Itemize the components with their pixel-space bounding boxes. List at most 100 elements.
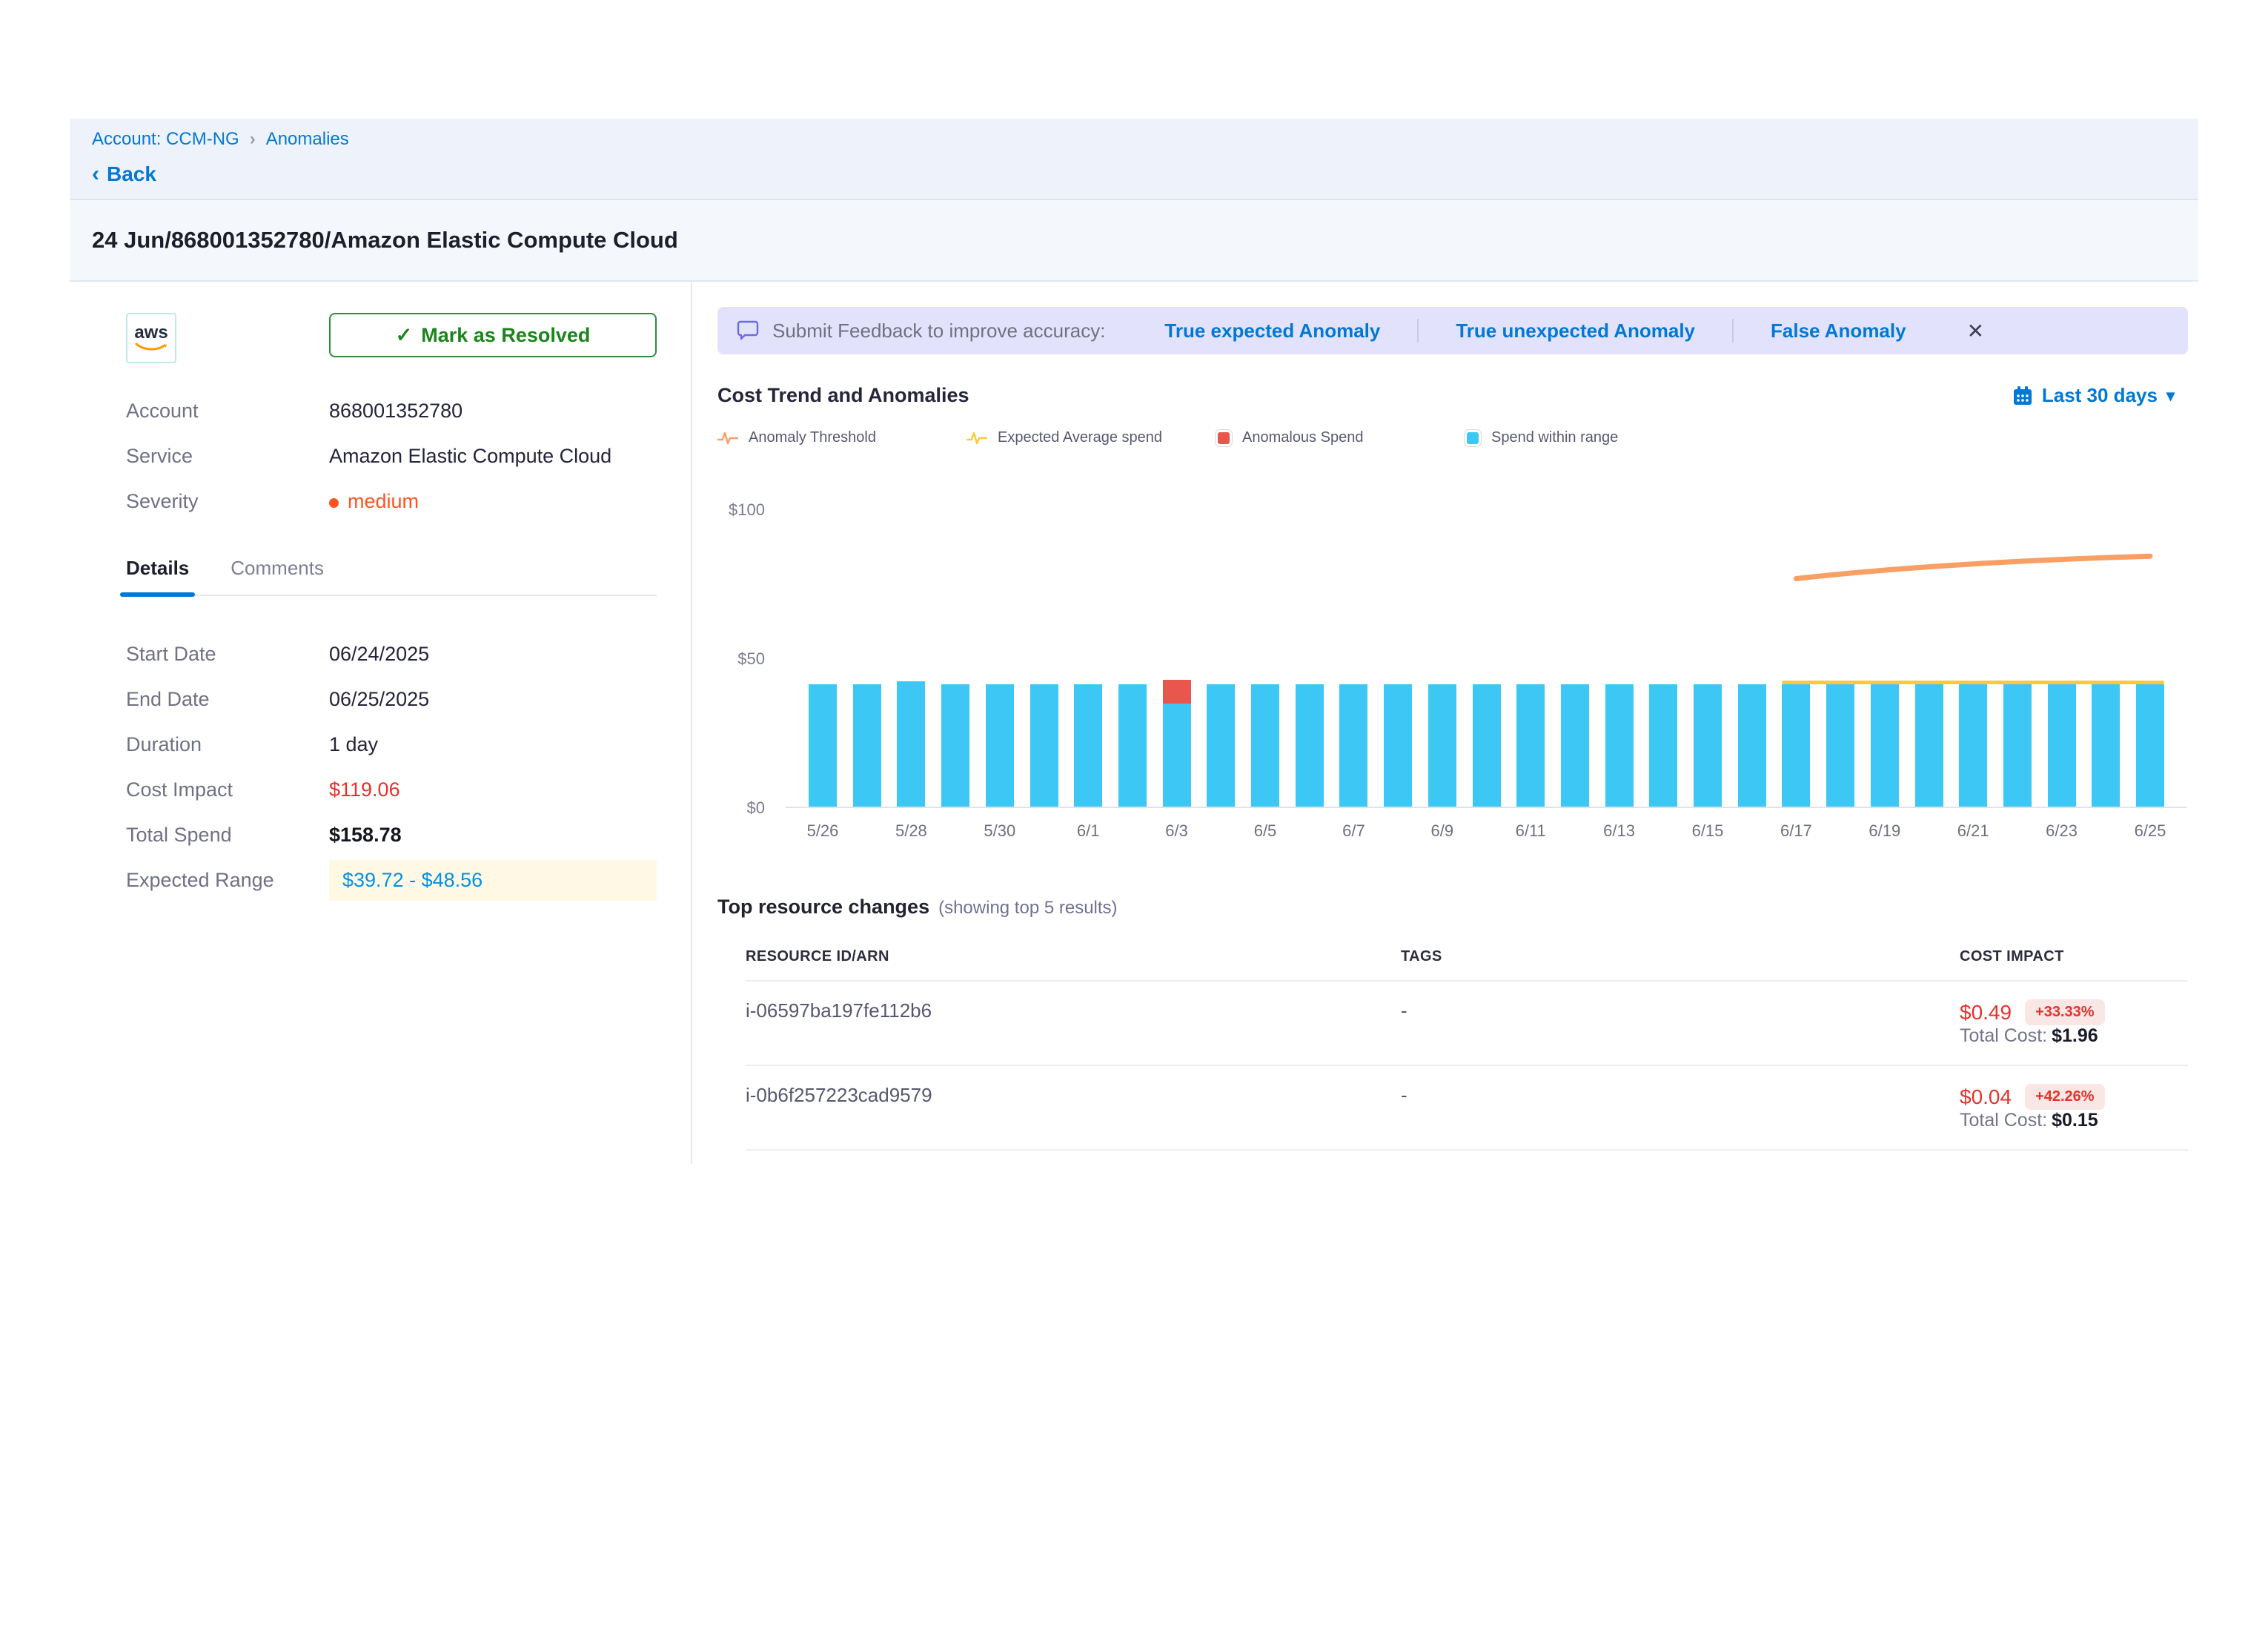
bar-5/26[interactable] [809,684,837,807]
mark-as-resolved-button[interactable]: ✓ Mark as Resolved [329,313,657,357]
red-square-icon [1216,430,1232,446]
bar-6/22[interactable] [2003,684,2032,807]
account-field: Account 868001352780 [126,388,657,434]
breadcrumb-account-link[interactable]: Account: CCM-NG [92,129,239,150]
bar-6/2[interactable] [1118,684,1147,807]
pulse-line-yellow-icon [966,430,987,446]
time-range-picker[interactable]: Last 30 days ▾ [2012,384,2175,407]
cost-impact-value: $0.49 [1960,1001,2012,1025]
y-axis-tick: $100 [729,500,765,520]
chart-plot-area [786,467,2186,808]
calendar-icon [2012,386,2033,406]
bar-6/25[interactable] [2136,684,2164,807]
severity-label: Severity [126,490,329,513]
resources-table: RESOURCE ID/ARN TAGS COST IMPACT i-06597… [746,938,2188,1151]
legend-expected-average-spend[interactable]: Expected Average spend [966,429,1216,446]
resource-id[interactable]: i-0b6f257223cad9579 [746,1084,1401,1131]
x-axis: 5/265/285/306/16/36/56/76/96/116/136/156… [786,821,2186,851]
total-spend-label: Total Spend [126,824,329,847]
bar-6/20[interactable] [1915,684,1943,807]
anomalous-bar-6/3[interactable] [1163,680,1191,704]
bar-6/7[interactable] [1339,684,1367,807]
check-icon: ✓ [396,324,413,347]
bar-6/11[interactable] [1516,684,1545,807]
expected-range-value: $39.72 - $48.56 [342,869,483,891]
total-cost-line: Total Cost:$1.96 [1960,1025,2098,1046]
chart-title: Cost Trend and Anomalies [717,384,969,407]
aws-smile-icon [135,342,168,352]
x-axis-tick: 6/15 [1692,821,1724,841]
bar-6/17[interactable] [1782,684,1810,807]
y-axis: $0$50$100 [717,467,765,808]
column-resource-id: RESOURCE ID/ARN [746,948,1401,965]
service-field: Service Amazon Elastic Compute Cloud [126,434,657,479]
bar-6/21[interactable] [1959,684,1987,807]
breadcrumb: Account: CCM-NG › Anomalies [92,129,2176,150]
bar-6/13[interactable] [1605,684,1634,807]
resource-tags: - [1401,1084,1960,1131]
legend-label: Anomalous Spend [1242,429,1363,446]
bar-5/28[interactable] [897,681,925,807]
title-band: 24 Jun/868001352780/Amazon Elastic Compu… [70,200,2198,282]
x-axis-tick: 6/25 [2135,821,2166,841]
service-value: Amazon Elastic Compute Cloud [329,445,611,468]
resources-heading: Top resource changes [717,896,929,919]
bar-6/16[interactable] [1738,684,1766,807]
resource-cost-cell: $0.49 +33.33% Total Cost:$1.96 [1960,999,2188,1047]
x-axis-tick: 6/17 [1780,821,1812,841]
breadcrumb-band: Account: CCM-NG › Anomalies ‹ Back [70,119,2198,200]
bar-6/9[interactable] [1428,684,1456,807]
bar-6/19[interactable] [1871,684,1899,807]
summary-fields: Account 868001352780 Service Amazon Elas… [126,388,657,524]
breadcrumb-anomalies-link[interactable]: Anomalies [266,129,349,150]
bar-6/10[interactable] [1473,684,1501,807]
end-date-value: 06/25/2025 [329,688,429,711]
total-spend-row: Total Spend $158.78 [126,813,657,858]
bar-5/27[interactable] [853,684,881,807]
bar-5/31[interactable] [1030,684,1058,807]
time-range-label: Last 30 days [2042,384,2158,407]
end-date-row: End Date 06/25/2025 [126,677,657,722]
resource-id[interactable]: i-06597ba197fe112b6 [746,999,1401,1047]
bar-6/5[interactable] [1251,684,1279,807]
bar-6/3[interactable] [1163,704,1191,807]
true-expected-anomaly-button[interactable]: True expected Anomaly [1127,320,1417,343]
page-title: 24 Jun/868001352780/Amazon Elastic Compu… [92,227,2176,254]
back-button[interactable]: ‹ Back [92,162,2176,187]
bar-6/8[interactable] [1384,684,1412,807]
legend-anomalous-spend[interactable]: Anomalous Spend [1216,429,1465,446]
tab-comments[interactable]: Comments [231,557,324,595]
bar-6/4[interactable] [1207,684,1235,807]
x-axis-tick: 6/19 [1869,821,1900,841]
duration-label: Duration [126,733,329,756]
severity-dot-icon [329,498,339,508]
bar-6/1[interactable] [1074,684,1102,807]
false-anomaly-button[interactable]: False Anomaly [1734,320,1943,343]
x-axis-tick: 5/30 [984,821,1015,841]
table-row: i-0b6f257223cad9579 - $0.04 +42.26% Tota… [746,1066,2188,1151]
start-date-label: Start Date [126,643,329,666]
expected-average-line [1782,681,2164,684]
expected-range-highlight: $39.72 - $48.56 [329,860,657,901]
cost-impact-value: $119.06 [329,778,400,801]
bar-6/12[interactable] [1561,684,1589,807]
true-unexpected-anomaly-button[interactable]: True unexpected Anomaly [1419,320,1732,343]
legend-anomaly-threshold[interactable]: Anomaly Threshold [717,429,966,446]
bar-6/18[interactable] [1826,684,1854,807]
bar-6/6[interactable] [1296,684,1324,807]
legend-spend-within-range[interactable]: Spend within range [1465,429,1714,446]
resource-cost-cell: $0.04 +42.26% Total Cost:$0.15 [1960,1084,2188,1131]
x-axis-tick: 5/26 [807,821,839,841]
service-label: Service [126,445,329,468]
anomaly-summary-panel: aws ✓ Mark as Resolved Account 868001352… [70,282,691,1164]
bar-6/14[interactable] [1649,684,1677,807]
bar-6/15[interactable] [1694,684,1722,807]
tab-details[interactable]: Details [126,557,189,595]
anomaly-details-page: Account: CCM-NG › Anomalies ‹ Back 24 Ju… [70,119,2198,1164]
bar-6/23[interactable] [2048,684,2076,807]
bar-6/24[interactable] [2092,684,2120,807]
close-icon[interactable]: ✕ [1957,319,1995,343]
bar-5/29[interactable] [941,684,969,807]
aws-logo: aws [126,313,176,363]
bar-5/30[interactable] [986,684,1014,807]
